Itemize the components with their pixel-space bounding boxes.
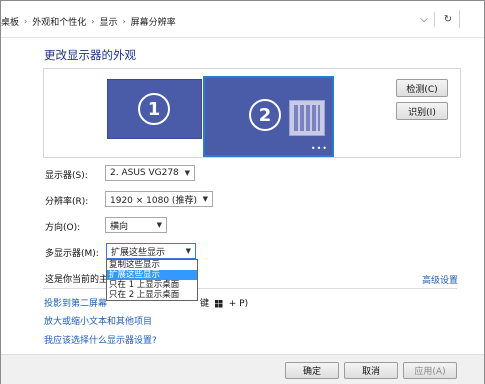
- project-second-screen-link[interactable]: 投影到第二屏幕: [44, 296, 107, 309]
- orientation-select[interactable]: 横向 ▼: [105, 217, 167, 233]
- address-bar: 桌板 › 外观和个性化 › 显示 › 屏幕分辨率 ⌵ ↻: [1, 1, 484, 38]
- display-grid-icon: [289, 100, 325, 136]
- monitor-2[interactable]: 2 •••: [203, 76, 334, 157]
- multi-display-select[interactable]: 扩展这些显示 ▼: [106, 243, 196, 259]
- dropdown-option[interactable]: 复制这些显示: [107, 260, 197, 270]
- display-select[interactable]: 2. ASUS VG278 ▼: [105, 165, 195, 181]
- ok-button[interactable]: 确定: [285, 362, 339, 379]
- multi-display-dropdown: 复制这些显示 扩展这些显示 只在 1 上显示桌面 只在 2 上显示桌面: [106, 259, 198, 301]
- multi-display-select-value: 扩展这些显示: [111, 247, 166, 258]
- more-dots-icon: •••: [310, 144, 328, 153]
- multi-display-label: 多显示器(M):: [45, 249, 99, 259]
- chevron-down-icon[interactable]: ⌵: [415, 10, 433, 28]
- project-key-text: 键: [200, 299, 210, 309]
- search-box[interactable]: [459, 10, 485, 28]
- orientation-label: 方向(O):: [45, 223, 81, 233]
- resolution-label: 分辨率(R):: [45, 197, 89, 207]
- dropdown-option-highlighted[interactable]: 扩展这些显示: [107, 270, 197, 280]
- windows-key-icon: [214, 299, 223, 308]
- monitor-2-number: 2: [249, 99, 281, 131]
- monitor-preview-area[interactable]: 1 2 ••• 检测(C) 识别(I): [43, 68, 461, 158]
- chevron-down-icon: ▼: [156, 221, 162, 229]
- chevron-down-icon: ▼: [202, 195, 208, 203]
- breadcrumb-item-appearance[interactable]: 外观和个性化: [32, 15, 86, 28]
- breadcrumb-item-display[interactable]: 显示: [99, 15, 117, 28]
- monitor-1-number: 1: [138, 93, 170, 125]
- chevron-right-icon: ›: [24, 16, 28, 26]
- chevron-right-icon: ›: [91, 16, 95, 26]
- advanced-settings-link[interactable]: 高级设置: [422, 273, 458, 286]
- project-suffix: + P): [228, 299, 249, 309]
- breadcrumb-item-control-panel[interactable]: 桌板: [1, 15, 19, 28]
- display-select-value: 2. ASUS VG278: [110, 168, 179, 178]
- resolution-select[interactable]: 1920 × 1080 (推荐) ▼: [105, 191, 213, 207]
- breadcrumb: 桌板 › 外观和个性化 › 显示 › 屏幕分辨率: [1, 14, 176, 28]
- identify-button[interactable]: 识别(I): [396, 102, 448, 120]
- address-divider: [434, 12, 435, 27]
- which-settings-link[interactable]: 我应该选择什么显示器设置?: [44, 333, 157, 346]
- breadcrumb-item-resolution[interactable]: 屏幕分辨率: [131, 15, 176, 28]
- refresh-icon[interactable]: ↻: [439, 10, 457, 28]
- text-size-link[interactable]: 放大或缩小文本和其他项目: [44, 314, 152, 327]
- dropdown-option[interactable]: 只在 2 上显示桌面: [107, 290, 197, 300]
- current-display-text: 这是你当前的主: [45, 275, 109, 285]
- orientation-select-value: 横向: [110, 221, 129, 232]
- cancel-button[interactable]: 取消: [344, 362, 398, 379]
- chevron-down-icon: ▼: [185, 247, 191, 255]
- chevron-right-icon: ›: [122, 16, 126, 26]
- project-link-text: 投影到第二屏幕: [44, 299, 108, 309]
- page-title: 更改显示器的外观: [44, 48, 136, 62]
- display-label: 显示器(S):: [45, 171, 88, 181]
- project-shortcut-hint: 键 + P): [200, 296, 248, 309]
- dropdown-option[interactable]: 只在 1 上显示桌面: [107, 280, 197, 290]
- detect-button[interactable]: 检测(C): [396, 79, 448, 97]
- resolution-select-value: 1920 × 1080 (推荐): [110, 195, 197, 206]
- apply-button[interactable]: 应用(A): [403, 362, 457, 379]
- monitor-1[interactable]: 1: [107, 79, 202, 139]
- chevron-down-icon: ▼: [184, 169, 190, 177]
